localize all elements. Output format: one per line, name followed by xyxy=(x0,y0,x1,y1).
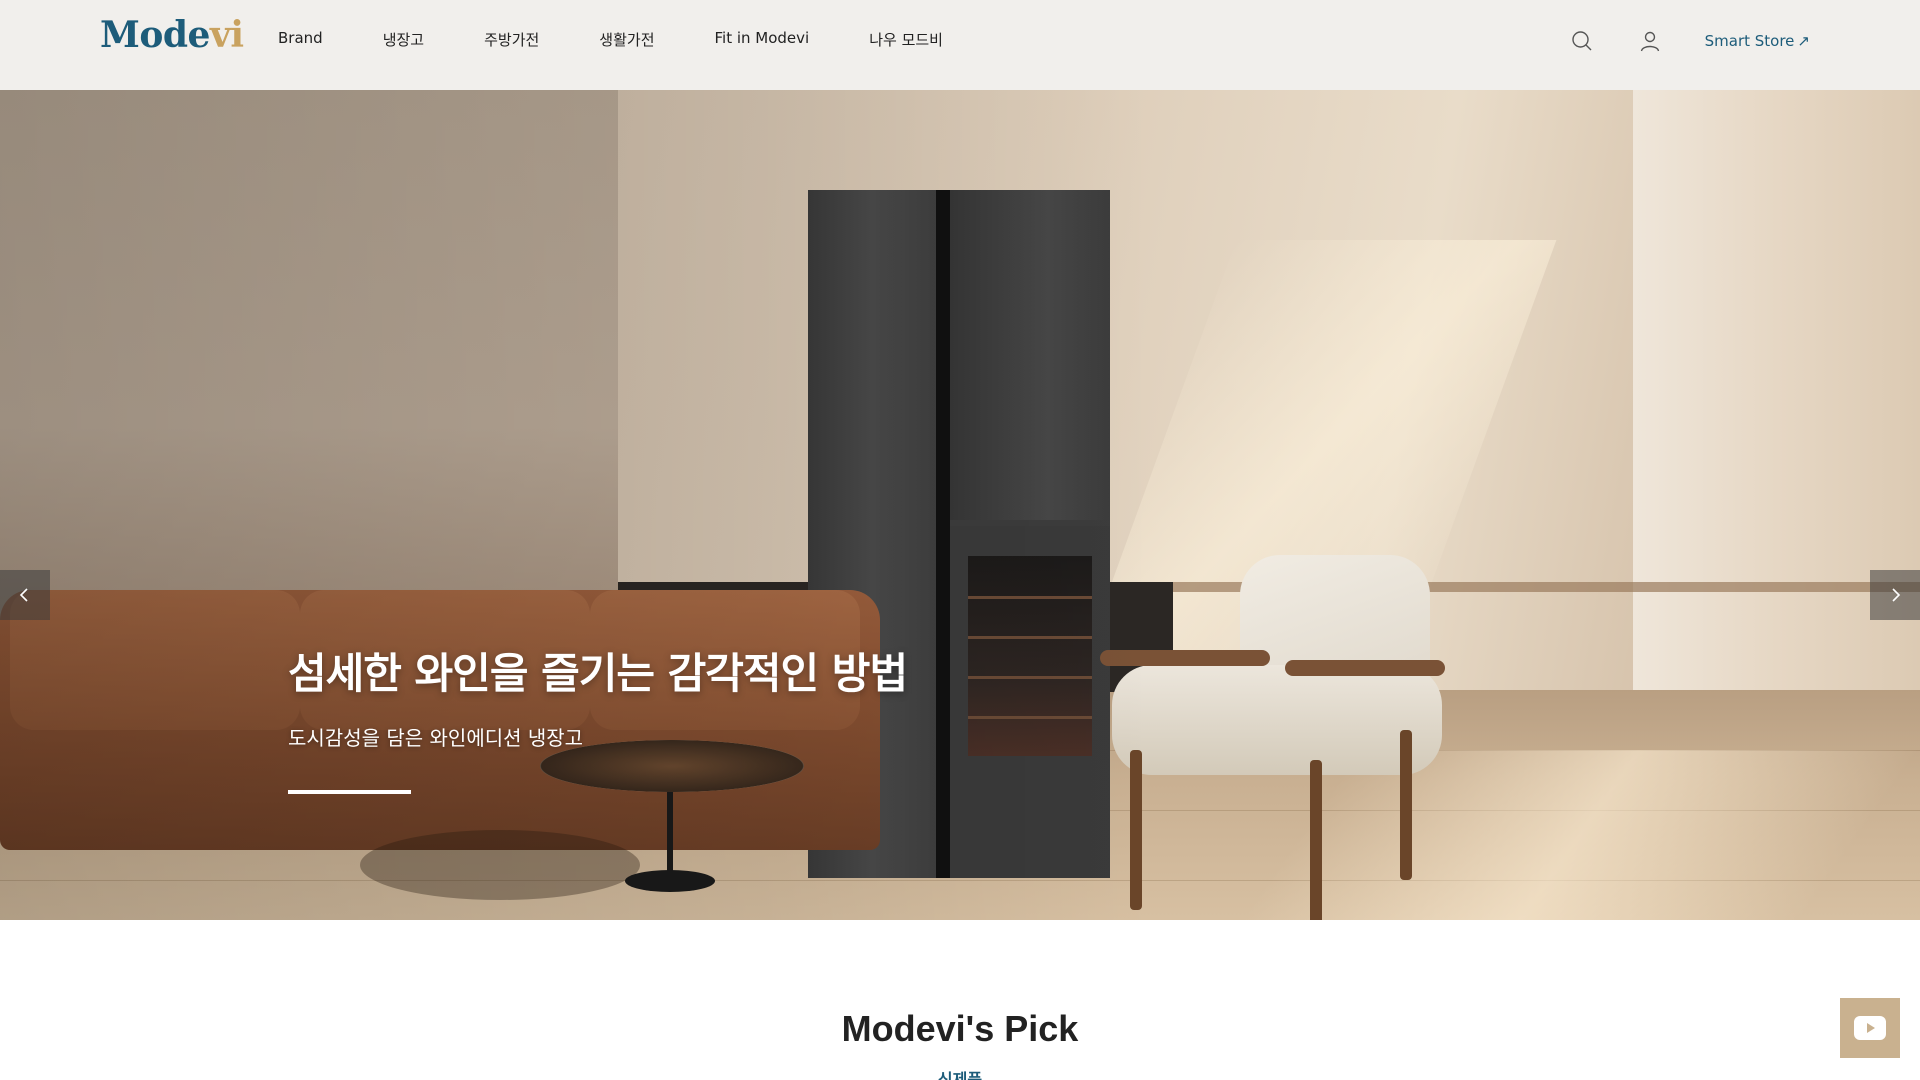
smart-store-label: Smart Store xyxy=(1704,32,1795,50)
nav-item-living-appliances[interactable]: 생활가전 xyxy=(599,29,654,50)
brand-logo[interactable]: Modevi xyxy=(100,14,244,56)
nav-item-kitchen-appliances[interactable]: 주방가전 xyxy=(484,29,539,50)
nav-item-refrigerator[interactable]: 냉장고 xyxy=(383,29,424,50)
nav-item-brand[interactable]: Brand xyxy=(278,29,323,50)
slider-next-button[interactable] xyxy=(1870,570,1920,620)
hero-title: 섬세한 와인을 즐기는 감각적인 방법 xyxy=(288,649,908,698)
hero-subtitle: 도시감성을 담은 와인에디션 냉장고 xyxy=(288,726,584,750)
hero-slider: 섬세한 와인을 즐기는 감각적인 방법 도시감성을 담은 와인에디션 냉장고 xyxy=(0,90,1920,920)
header-actions: Smart Store ↗ xyxy=(1569,28,1810,54)
youtube-icon xyxy=(1854,1016,1886,1040)
nav-item-fit-in-modevi[interactable]: Fit in Modevi xyxy=(715,29,810,50)
user-icon[interactable] xyxy=(1637,28,1663,54)
logo-text-main: Mode xyxy=(100,14,210,56)
chevron-right-icon xyxy=(1892,588,1901,602)
section-title: Modevi's Pick xyxy=(841,1008,1079,1049)
main-nav: Brand 냉장고 주방가전 생활가전 Fit in Modevi 나우 모드비 xyxy=(278,29,943,50)
tab-new-products[interactable]: 신제품 xyxy=(0,1070,1920,1080)
nav-item-now-modevi[interactable]: 나우 모드비 xyxy=(869,29,943,50)
smart-store-link[interactable]: Smart Store ↗ xyxy=(1705,32,1810,50)
chevron-left-icon xyxy=(19,588,28,602)
slide-progress xyxy=(288,790,588,794)
slider-prev-button[interactable] xyxy=(0,570,50,620)
slide-progress-fill xyxy=(288,790,411,794)
logo-text-accent: vi xyxy=(209,14,244,56)
youtube-button[interactable] xyxy=(1840,998,1900,1058)
site-header: Modevi Brand 냉장고 주방가전 생활가전 Fit in Modevi… xyxy=(0,0,1920,90)
external-arrow-icon: ↗ xyxy=(1797,32,1810,50)
search-icon[interactable] xyxy=(1569,28,1595,54)
